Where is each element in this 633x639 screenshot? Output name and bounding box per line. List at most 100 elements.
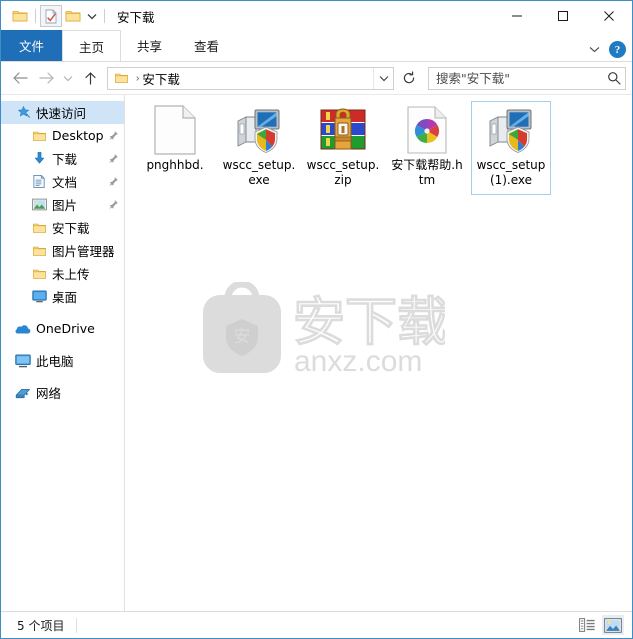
sidebar-item-documents[interactable]: 文档 (1, 170, 124, 193)
tab-share[interactable]: 共享 (121, 30, 178, 61)
sidebar-item-label: 未上传 (52, 267, 90, 282)
svg-text:安: 安 (234, 327, 251, 347)
pictures-icon (31, 197, 47, 213)
folder-icon[interactable] (9, 5, 31, 27)
folder-icon (31, 220, 47, 236)
file-item[interactable]: 安下载帮助.htm (387, 101, 467, 195)
file-name: wscc_setup (1).exe (476, 158, 546, 187)
minimize-button[interactable] (494, 1, 540, 31)
sidebar-item-label: OneDrive (36, 321, 95, 336)
window-title: 安下载 (117, 9, 155, 25)
quick-access-toolbar (1, 5, 109, 27)
file-item[interactable]: wscc_setup.zip (303, 101, 383, 195)
sidebar-item-quick-access[interactable]: 快速访问 (1, 101, 124, 124)
watermark: 安 安下载 anxz.com (195, 280, 455, 380)
sidebar-item-network[interactable]: 网络 (1, 381, 124, 404)
sidebar-item-desktop-en[interactable]: Desktop (1, 124, 124, 147)
file-name: 安下载帮助.htm (391, 158, 463, 187)
details-view-button[interactable] (576, 615, 598, 635)
installer-exe-icon (235, 106, 283, 154)
tab-view[interactable]: 查看 (178, 30, 235, 61)
tab-home[interactable]: 主页 (62, 30, 122, 61)
sidebar-item-downloads[interactable]: 下载 (1, 147, 124, 170)
blank-document-icon (151, 105, 199, 155)
pin-icon[interactable] (108, 176, 120, 187)
svg-text:anxz.com: anxz.com (294, 345, 422, 378)
sidebar-item-picture-manager[interactable]: 图片管理器 (1, 239, 124, 262)
help-icon[interactable]: ? (609, 41, 626, 58)
properties-icon[interactable] (40, 5, 62, 27)
back-button[interactable] (7, 65, 33, 91)
refresh-button[interactable] (398, 67, 420, 90)
tab-file[interactable]: 文件 (1, 30, 63, 61)
chevron-down-icon[interactable] (84, 5, 100, 27)
sidebar-item-label: 图片管理器 (52, 244, 115, 259)
sidebar-item-not-uploaded[interactable]: 未上传 (1, 262, 124, 285)
up-button[interactable] (77, 65, 103, 91)
breadcrumb-separator[interactable]: › (136, 73, 139, 84)
sidebar-item-pictures[interactable]: 图片 (1, 193, 124, 216)
new-folder-icon[interactable] (62, 5, 84, 27)
title-bar: 安下载 (1, 1, 632, 31)
sidebar-item-label: 图片 (52, 198, 78, 213)
file-list-view[interactable]: 安 安下载 anxz.com pnghhbd. wscc_setup.exe w… (125, 95, 632, 611)
sidebar-item-desktop-cn[interactable]: 桌面 (1, 285, 124, 308)
forward-button[interactable] (33, 65, 59, 91)
sidebar-item-label: 文档 (52, 175, 78, 190)
status-divider (76, 617, 78, 633)
sidebar-item-label: 桌面 (52, 290, 78, 305)
search-icon[interactable] (603, 71, 625, 85)
sidebar-item-anxiazai[interactable]: 安下载 (1, 216, 124, 239)
large-icons-view-button[interactable] (602, 615, 624, 635)
sidebar-item-onedrive[interactable]: OneDrive (1, 317, 124, 340)
ribbon-tab-bar: 文件 主页 共享 查看 ? (1, 30, 632, 62)
sidebar-item-this-pc[interactable]: 此电脑 (1, 349, 124, 372)
pin-icon[interactable] (108, 153, 120, 164)
pin-icon[interactable] (108, 130, 120, 141)
file-grid: pnghhbd. wscc_setup.exe wscc_setup.zip 安… (125, 95, 632, 199)
file-item[interactable]: wscc_setup.exe (219, 101, 299, 195)
winrar-zip-icon (319, 106, 367, 154)
address-bar: › 安下载 (1, 62, 632, 94)
folder-icon (31, 266, 47, 282)
breadcrumb-dropdown-icon[interactable] (373, 67, 393, 89)
folder-icon (31, 128, 47, 144)
view-mode-buttons (576, 615, 632, 635)
ribbon-right-controls: ? (587, 41, 626, 58)
documents-icon (31, 174, 47, 190)
navigation-pane[interactable]: 快速访问 Desktop 下载 文档 图片 安下载 图片管理器 未上传 桌面 O… (1, 95, 125, 611)
toolbar-divider (35, 9, 36, 23)
file-item[interactable]: pnghhbd. (135, 101, 215, 195)
html-document-icon (403, 106, 451, 154)
title-divider (104, 9, 105, 23)
onedrive-icon (15, 321, 31, 337)
window-controls (494, 1, 632, 31)
desktop-icon (31, 289, 47, 305)
breadcrumb[interactable]: › 安下载 (107, 66, 394, 90)
pin-icon[interactable] (108, 199, 120, 210)
file-name: wscc_setup.zip (306, 158, 380, 187)
sidebar-item-label: 此电脑 (36, 354, 74, 369)
folder-icon (114, 71, 129, 85)
chevron-down-icon[interactable] (587, 43, 601, 57)
star-pin-icon (15, 105, 31, 121)
sidebar-item-label: 安下载 (52, 221, 90, 236)
recent-locations-button[interactable] (59, 65, 77, 91)
status-bar: 5 个项目 (1, 611, 632, 638)
ribbon-tabs: 文件 主页 共享 查看 (1, 30, 235, 61)
search-input[interactable] (429, 70, 603, 86)
search-box[interactable] (428, 66, 626, 90)
sidebar-item-label: 快速访问 (36, 106, 87, 121)
file-name: wscc_setup.exe (222, 158, 296, 187)
close-button[interactable] (586, 1, 632, 31)
folder-icon (31, 243, 47, 259)
breadcrumb-item-current[interactable]: 安下载 (142, 69, 180, 88)
explorer-body: 快速访问 Desktop 下载 文档 图片 安下载 图片管理器 未上传 桌面 O… (1, 94, 632, 611)
file-item[interactable]: wscc_setup (1).exe (471, 101, 551, 195)
sidebar-item-label: 下载 (52, 152, 78, 167)
sidebar-item-label: 网络 (36, 386, 62, 401)
installer-exe-icon (487, 106, 535, 154)
maximize-button[interactable] (540, 1, 586, 31)
